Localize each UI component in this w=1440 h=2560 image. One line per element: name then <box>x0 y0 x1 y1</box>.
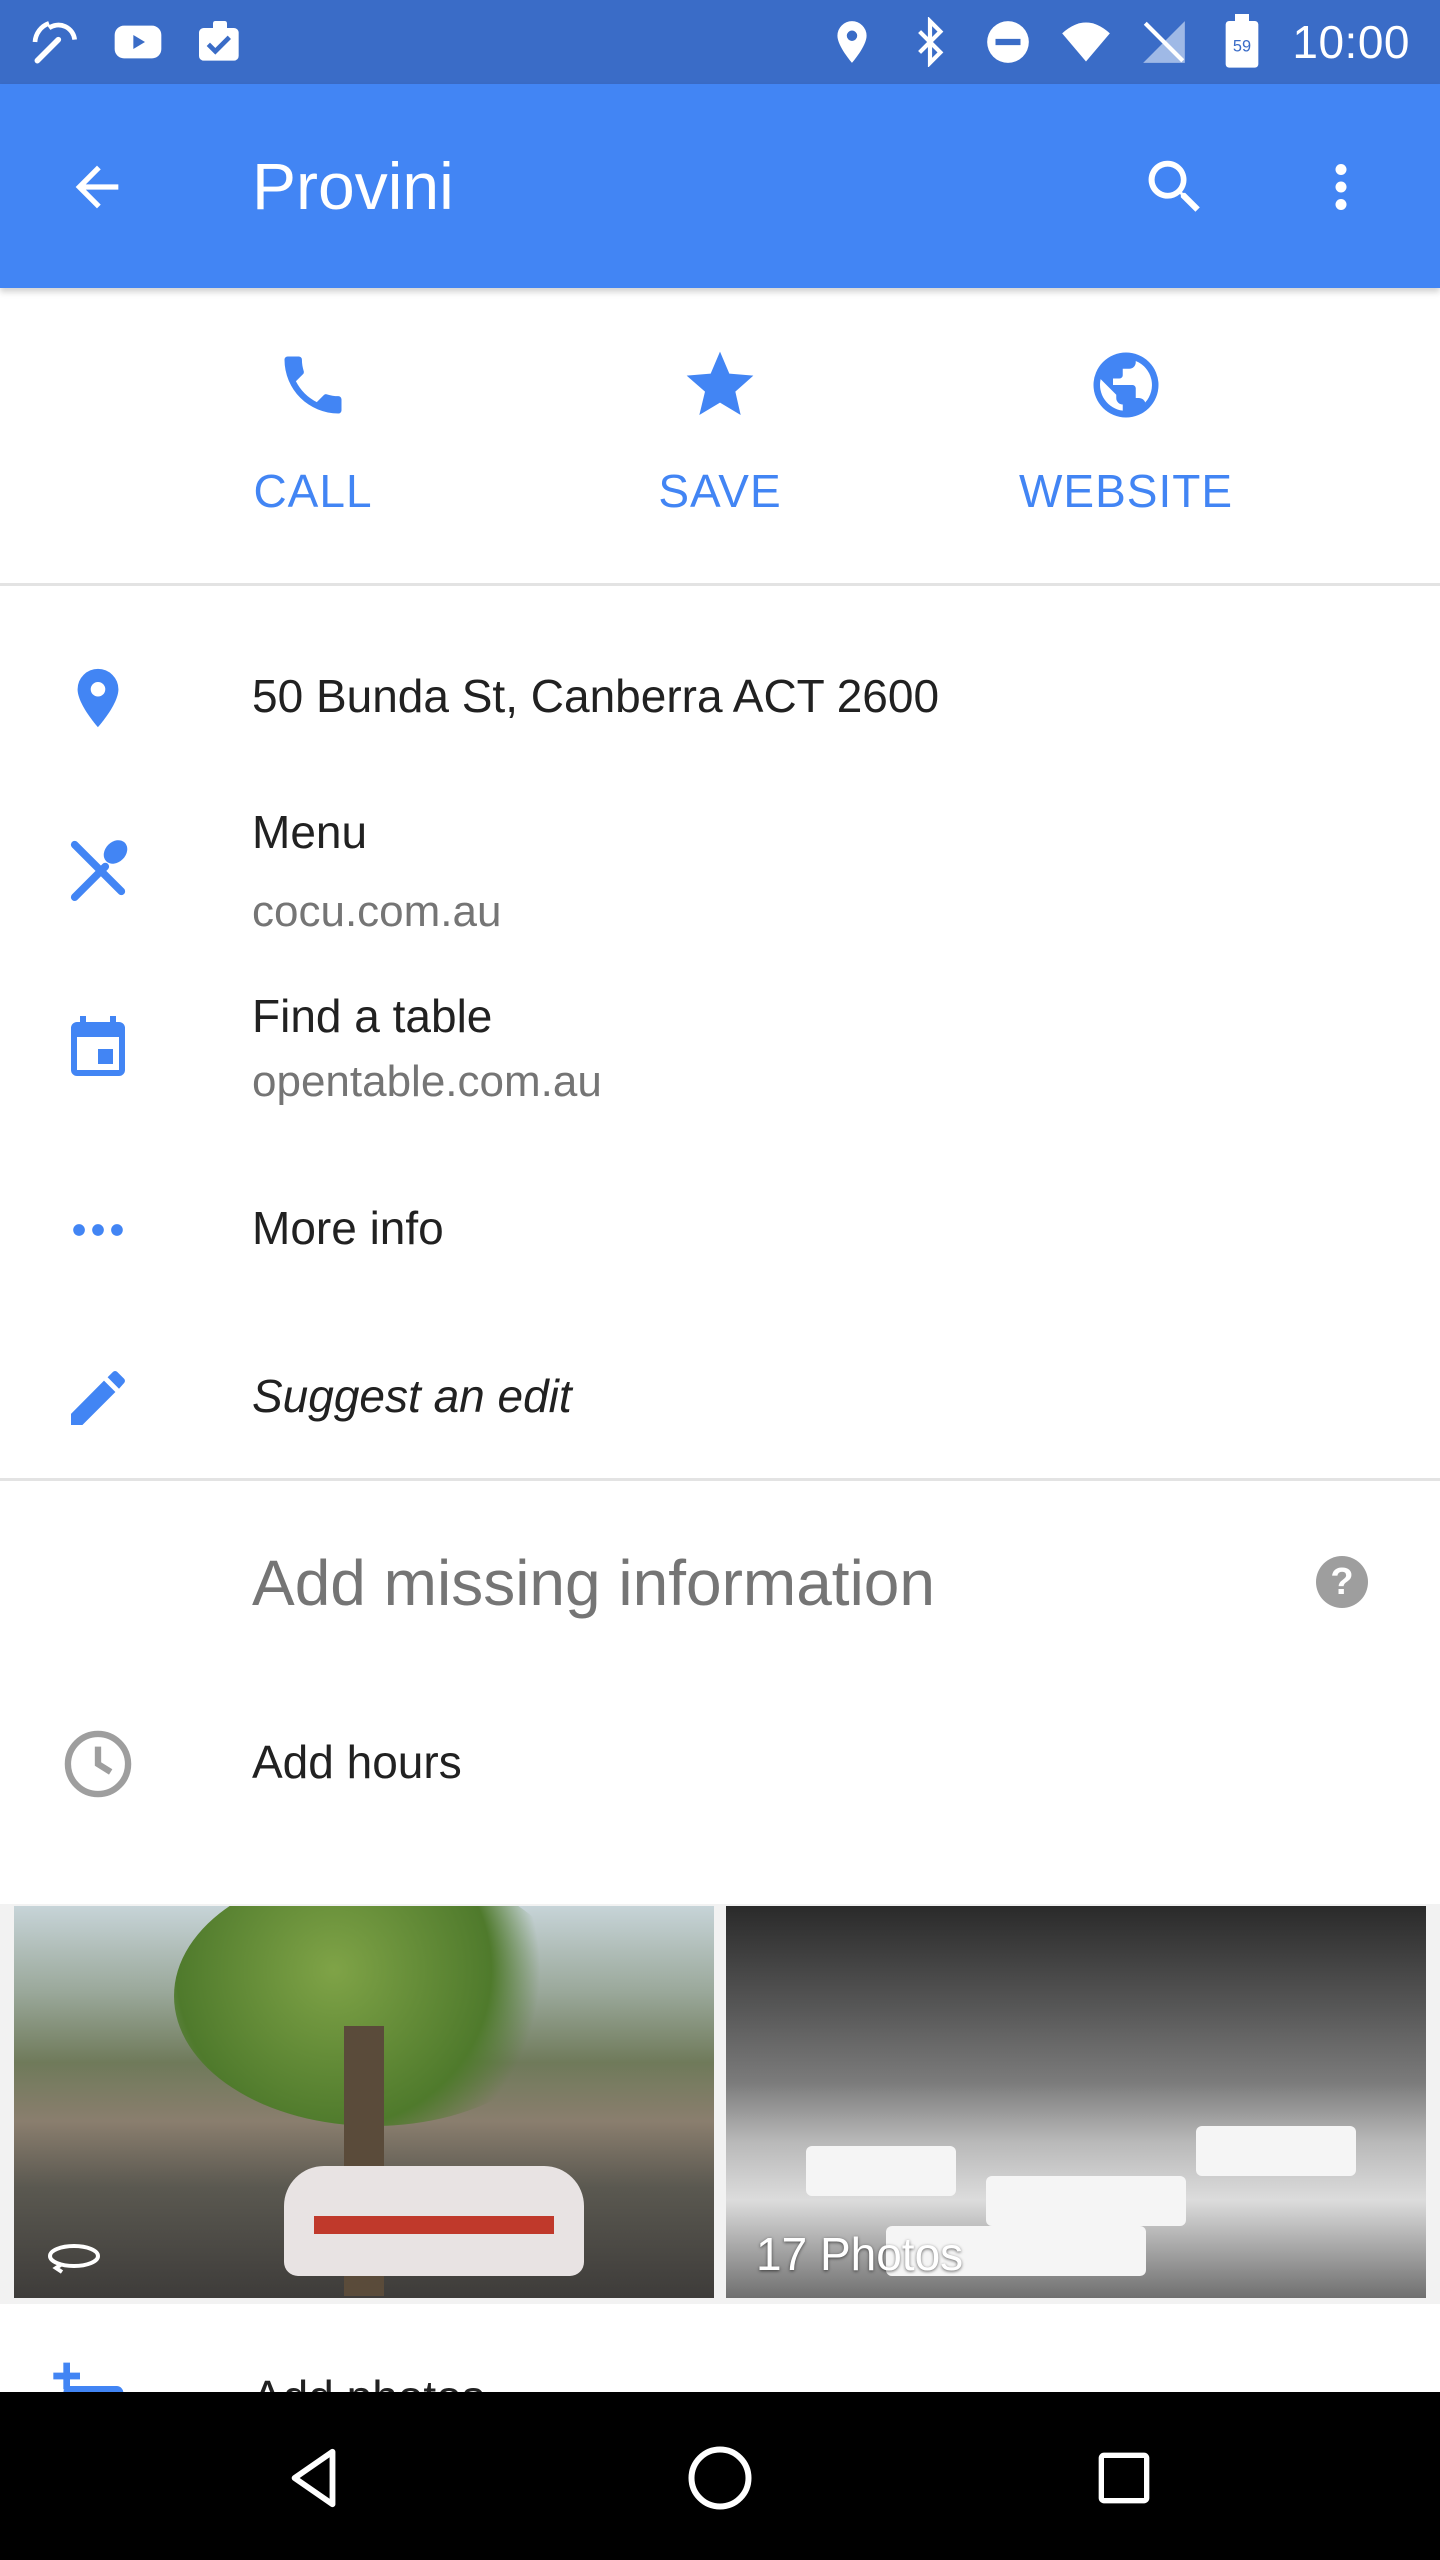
do-not-disturb-icon <box>980 14 1036 70</box>
suggest-edit-label: Suggest an edit <box>252 1370 572 1422</box>
save-label: SAVE <box>658 465 782 517</box>
address-row[interactable]: 50 Bunda St, Canberra ACT 2600 <box>0 650 1440 760</box>
website-button[interactable]: WEBSITE <box>976 340 1276 540</box>
call-button[interactable]: CALL <box>163 340 463 540</box>
app-bar: Provini <box>0 84 1440 288</box>
nav-back-icon[interactable] <box>265 2428 365 2528</box>
menu-row[interactable]: Menu cocu.com.au <box>0 800 1440 950</box>
wrench-signal-icon <box>28 14 84 70</box>
overflow-menu-icon[interactable] <box>1296 142 1386 232</box>
add-hours-row[interactable]: Add hours <box>0 1714 1440 1814</box>
quick-actions: CALL SAVE WEBSITE <box>0 290 1440 586</box>
star-icon <box>675 340 765 430</box>
pencil-icon <box>50 1350 146 1446</box>
clock-icon <box>50 1716 146 1812</box>
search-icon[interactable] <box>1130 142 1220 232</box>
back-arrow-icon[interactable] <box>52 142 142 232</box>
address-text: 50 Bunda St, Canberra ACT 2600 <box>252 670 940 722</box>
section-divider <box>0 1478 1440 1481</box>
interior-photo[interactable]: 17 Photos <box>726 1906 1426 2298</box>
suggest-edit-row[interactable]: Suggest an edit <box>0 1348 1440 1448</box>
car-shape <box>284 2166 584 2276</box>
find-table-label: Find a table <box>252 990 493 1042</box>
clock-time: 10:00 <box>1292 16 1410 68</box>
more-horiz-icon <box>50 1182 146 1278</box>
help-icon[interactable]: ? <box>1316 1556 1368 1608</box>
street-view-360-icon <box>44 2236 104 2276</box>
status-bar: 59 10:00 <box>0 0 1440 84</box>
bluetooth-icon <box>902 14 958 70</box>
find-table-row[interactable]: Find a table opentable.com.au <box>0 984 1440 1114</box>
add-photo-icon <box>50 2356 140 2392</box>
website-label: WEBSITE <box>1018 465 1234 517</box>
calendar-icon <box>50 998 146 1094</box>
find-table-site[interactable]: opentable.com.au <box>252 1054 602 1110</box>
street-view-photo[interactable] <box>14 1906 714 2298</box>
battery-icon: 59 <box>1214 14 1270 70</box>
add-hours-label: Add hours <box>252 1736 462 1788</box>
table-shape <box>986 2176 1186 2226</box>
clipboard-check-icon <box>192 14 248 70</box>
call-label: CALL <box>253 465 373 517</box>
no-signal-icon <box>1136 14 1192 70</box>
location-pin-icon <box>50 650 146 746</box>
table-shape <box>1196 2126 1356 2176</box>
nav-recents-icon[interactable] <box>1074 2428 1174 2528</box>
photo-count: 17 Photos <box>756 2228 964 2280</box>
nav-home-icon[interactable] <box>670 2428 770 2528</box>
photo-strip: 17 Photos <box>0 1904 1440 2304</box>
system-nav-bar <box>0 2392 1440 2560</box>
youtube-icon <box>110 14 166 70</box>
wifi-icon <box>1058 14 1114 70</box>
menu-site[interactable]: cocu.com.au <box>252 884 501 940</box>
add-photos-row[interactable]: Add photos <box>0 2304 1440 2392</box>
save-button[interactable]: SAVE <box>570 340 870 540</box>
restaurant-menu-icon <box>50 820 146 916</box>
phone-icon <box>268 340 358 430</box>
globe-icon <box>1081 340 1171 430</box>
page-title: Provini <box>252 149 454 223</box>
missing-info-heading: Add missing information <box>252 1547 935 1619</box>
more-info-label: More info <box>252 1202 444 1254</box>
location-icon <box>824 14 880 70</box>
svg-text:59: 59 <box>1233 37 1251 55</box>
menu-label: Menu <box>252 806 368 858</box>
table-shape <box>806 2146 956 2196</box>
add-photos-label: Add photos <box>252 2370 485 2392</box>
more-info-row[interactable]: More info <box>0 1180 1440 1280</box>
